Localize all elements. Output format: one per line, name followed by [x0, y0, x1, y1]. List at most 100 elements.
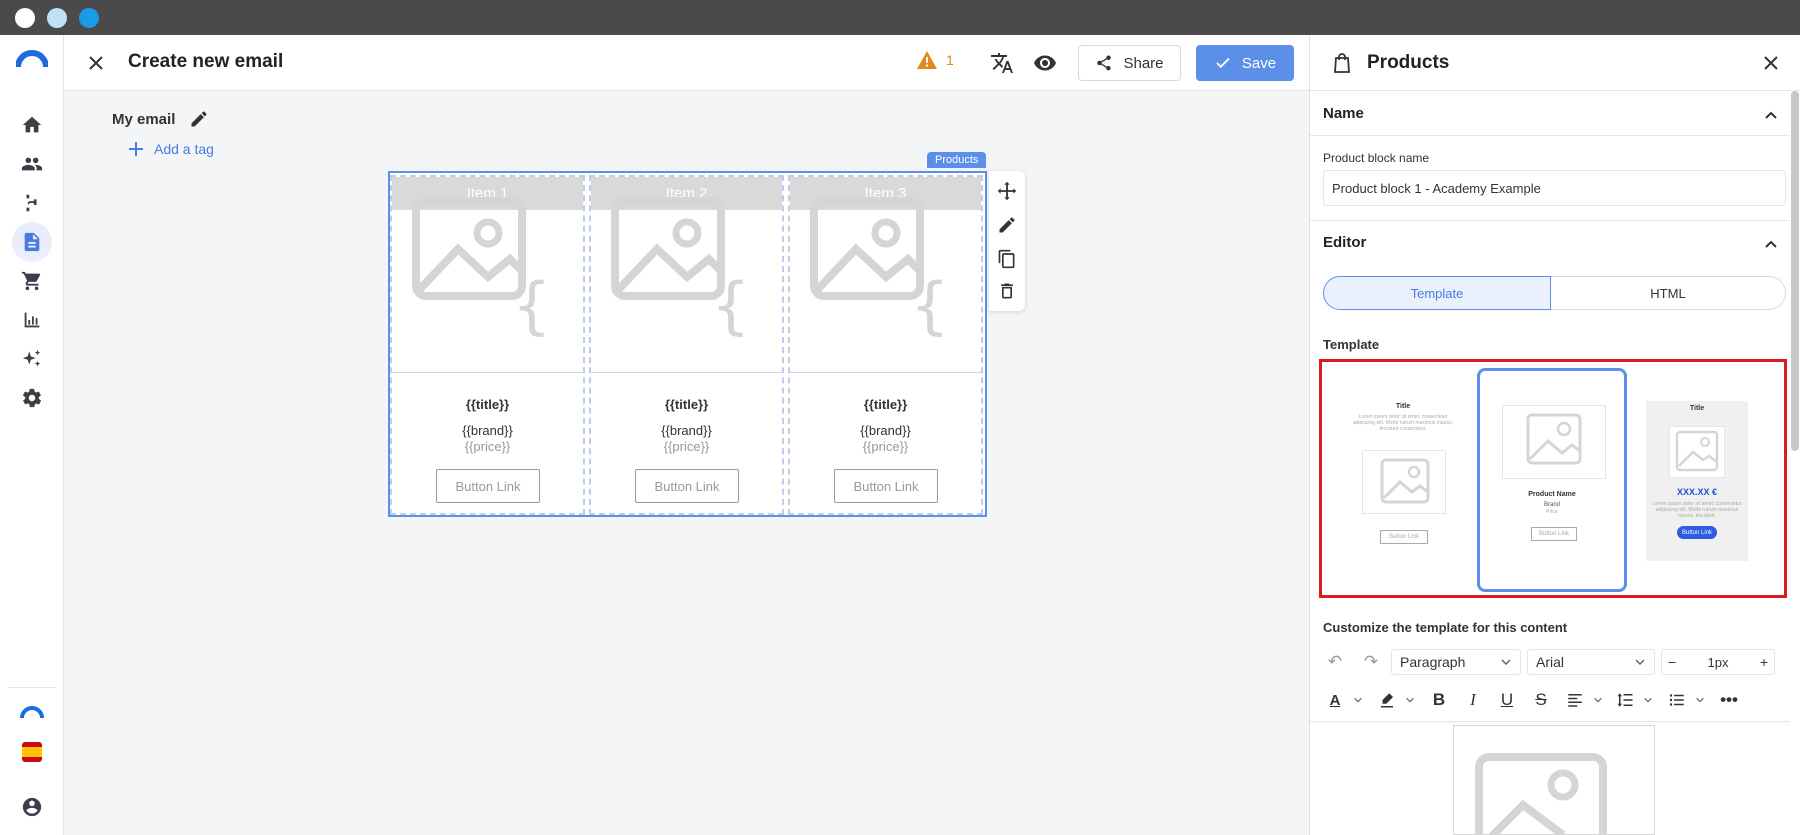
- products-block-badge: Products: [927, 152, 987, 168]
- email-name-row: My email: [112, 109, 209, 129]
- workspace-logo-icon[interactable]: [20, 704, 44, 722]
- item-button-link[interactable]: Button Link: [436, 469, 540, 503]
- editor-section-heading[interactable]: Editor: [1323, 234, 1366, 251]
- automation-icon[interactable]: [12, 183, 52, 223]
- svg-text:{ }: { }: [910, 269, 965, 337]
- template-title: Title: [1689, 405, 1705, 412]
- products-panel: Products Name Product block name Editor …: [1309, 35, 1800, 835]
- template-picker: Title Lorem ipsum dolor sit amet, consec…: [1319, 359, 1787, 598]
- preview-eye-icon[interactable]: [1031, 49, 1059, 77]
- panel-scrollbar[interactable]: [1791, 91, 1799, 451]
- chevron-down-icon[interactable]: [1405, 695, 1415, 705]
- campaigns-document-icon[interactable]: [12, 222, 52, 262]
- home-icon[interactable]: [12, 105, 52, 145]
- add-tag-button[interactable]: Add a tag: [128, 141, 214, 157]
- item-title: {{title}}: [863, 397, 908, 412]
- shopping-cart-icon[interactable]: [12, 261, 52, 301]
- collapse-chevron-up-icon[interactable]: [1761, 234, 1781, 254]
- window-minimize-dot[interactable]: [47, 8, 67, 28]
- window-maximize-dot[interactable]: [79, 8, 99, 28]
- chevron-down-icon[interactable]: [1695, 695, 1705, 705]
- line-height-icon[interactable]: [1613, 688, 1637, 712]
- save-button[interactable]: Save: [1196, 45, 1294, 81]
- product-block[interactable]: Item 1 { } {{title}} {{brand}} {{price}}…: [388, 171, 987, 517]
- contacts-icon[interactable]: [12, 144, 52, 184]
- duplicate-copy-icon[interactable]: [995, 247, 1019, 271]
- settings-gear-icon[interactable]: [12, 378, 52, 418]
- user-account-icon[interactable]: [12, 787, 52, 827]
- close-editor-icon[interactable]: [84, 51, 108, 75]
- bold-icon[interactable]: B: [1427, 688, 1451, 712]
- template-option-2-selected[interactable]: Product Name Brand Price Button Link: [1477, 368, 1627, 592]
- chevron-down-icon[interactable]: [1643, 695, 1653, 705]
- increase-size-icon[interactable]: +: [1760, 654, 1768, 670]
- font-select-value: Arial: [1536, 654, 1565, 670]
- template-body-text: Lorem ipsum dolor sit amet, consectetur …: [1652, 501, 1742, 519]
- redo-icon[interactable]: ↷: [1359, 650, 1383, 674]
- template-option-1[interactable]: Title Lorem ipsum dolor sit amet, consec…: [1328, 368, 1478, 592]
- font-family-select[interactable]: Arial: [1527, 649, 1655, 675]
- svg-text:{ }: { }: [512, 269, 567, 337]
- underline-icon[interactable]: U: [1495, 688, 1519, 712]
- product-item-1[interactable]: Item 1 { } {{title}} {{brand}} {{price}}…: [390, 175, 585, 515]
- item-divider: [790, 372, 981, 373]
- tab-template[interactable]: Template: [1323, 276, 1551, 310]
- share-button[interactable]: Share: [1078, 45, 1181, 81]
- item-price: {{price}}: [464, 439, 511, 454]
- chevron-down-icon[interactable]: [1353, 695, 1363, 705]
- chevron-down-icon[interactable]: [1593, 695, 1603, 705]
- template-button: Button Link: [1531, 527, 1577, 541]
- undo-icon[interactable]: ↶: [1323, 650, 1347, 674]
- delete-trash-icon[interactable]: [995, 279, 1019, 303]
- more-options-icon[interactable]: •••: [1717, 688, 1741, 712]
- svg-text:{ }: { }: [711, 269, 766, 337]
- language-flag-icon[interactable]: [22, 742, 42, 762]
- block-toolbar: [989, 171, 1025, 311]
- product-block-name-input[interactable]: [1323, 170, 1786, 206]
- italic-icon[interactable]: I: [1461, 688, 1485, 712]
- window-close-dot[interactable]: [15, 8, 35, 28]
- text-color-icon[interactable]: A: [1323, 688, 1347, 712]
- template-button: Button Link: [1380, 530, 1428, 544]
- warnings-indicator[interactable]: 1: [916, 50, 954, 70]
- highlight-marker-icon[interactable]: [1375, 688, 1399, 712]
- brand-logo-icon[interactable]: [15, 49, 49, 69]
- template-body-text: Lorem ipsum dolor sit amet, consectetur …: [1352, 414, 1454, 432]
- plus-icon: [129, 142, 143, 156]
- item-button-link[interactable]: Button Link: [635, 469, 739, 503]
- product-item-2[interactable]: Item 2 { } {{title}} {{brand}} {{price}}…: [589, 175, 784, 515]
- product-image-placeholder-icon: { }: [611, 197, 766, 337]
- shopping-bag-icon: [1334, 53, 1350, 73]
- template-product-name: Product Name: [1528, 491, 1576, 498]
- paragraph-style-select[interactable]: Paragraph: [1391, 649, 1521, 675]
- share-icon: [1097, 55, 1112, 71]
- checkmark-icon: [1216, 57, 1230, 69]
- font-size-value: 1px: [1707, 654, 1729, 670]
- bullet-list-icon[interactable]: [1665, 688, 1689, 712]
- font-size-stepper[interactable]: − 1px +: [1661, 649, 1775, 675]
- template-preview-image-placeholder-icon: [1453, 725, 1655, 835]
- move-arrows-icon[interactable]: [995, 179, 1019, 203]
- align-left-icon[interactable]: [1563, 688, 1587, 712]
- product-item-3[interactable]: Item 3 { } {{title}} {{brand}} {{price}}…: [788, 175, 983, 515]
- template-option-3[interactable]: Title XXX.XX € Lorem ipsum dolor sit ame…: [1632, 368, 1782, 592]
- edit-name-pencil-icon[interactable]: [189, 109, 209, 129]
- customize-label: Customize the template for this content: [1323, 620, 1568, 635]
- ai-sparkle-icon[interactable]: [12, 339, 52, 379]
- section-divider: [1310, 220, 1790, 221]
- item-button-link[interactable]: Button Link: [834, 469, 938, 503]
- name-section-heading[interactable]: Name: [1323, 105, 1364, 122]
- panel-title: Products: [1367, 52, 1450, 73]
- collapse-chevron-up-icon[interactable]: [1761, 105, 1781, 125]
- decrease-size-icon[interactable]: −: [1668, 654, 1676, 670]
- tab-html[interactable]: HTML: [1551, 276, 1786, 310]
- rte-toolbar-row-2: A B I U S •••: [1323, 685, 1786, 715]
- template-image-placeholder-icon: [1669, 426, 1725, 478]
- item-brand: {{brand}}: [860, 423, 911, 438]
- translate-icon[interactable]: [988, 49, 1016, 77]
- item-divider: [591, 372, 782, 373]
- strikethrough-icon[interactable]: S: [1529, 688, 1553, 712]
- edit-pencil-icon[interactable]: [995, 213, 1019, 237]
- close-panel-icon[interactable]: [1763, 55, 1779, 71]
- reports-chart-icon[interactable]: [12, 300, 52, 340]
